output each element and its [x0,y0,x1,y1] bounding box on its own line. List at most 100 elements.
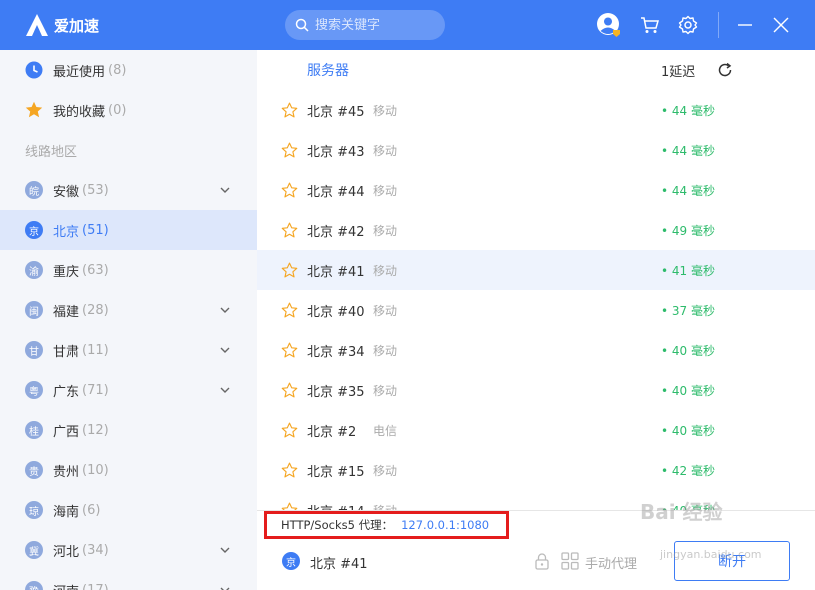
manual-proxy-toggle[interactable]: 手动代理 [585,553,637,572]
current-region-badge: 京 [282,552,300,570]
sidebar-item-count: (51) [82,222,109,238]
server-name: 北京 #41 [307,264,365,280]
sidebar-item-region[interactable]: 贵贵州 (10) [0,450,257,490]
sidebar-item-region[interactable]: 冀河北 (34) [0,530,257,570]
server-row[interactable]: 北京 #44 移动 • 44 毫秒 [257,170,815,210]
status-bar: HTTP/Socks5 代理： 127.0.0.1:1080 京 北京 #41 … [257,510,815,590]
favorite-star-icon[interactable] [281,342,298,359]
server-latency: • 42 毫秒 [661,463,715,478]
sidebar-item-label: 最近使用 [53,64,106,80]
sidebar-item-region[interactable]: 桂广西 (12) [0,410,257,450]
sidebar-item-region[interactable]: 渝重庆 (63) [0,250,257,290]
chevron-down-icon[interactable] [218,343,232,357]
region-badge: 闽 [25,301,43,319]
favorite-star-icon[interactable] [281,222,298,239]
sidebar-item-label: 我的收藏 [53,104,106,120]
sidebar-item-count: (34) [82,542,109,558]
sidebar-item-label: 广西 [53,424,80,440]
server-isp: 移动 [373,183,398,198]
sidebar-item-label: 广东 [53,384,80,400]
search-input[interactable] [315,17,433,33]
sidebar-item-region[interactable]: 甘甘肃 (11) [0,330,257,370]
favorite-star-icon[interactable] [281,142,298,159]
favorite-star-icon[interactable] [281,502,298,510]
chevron-down-icon[interactable] [218,183,232,197]
sidebar-item-count: (8) [108,62,127,78]
server-name: 北京 #42 [307,224,365,240]
sidebar-item-region[interactable]: 皖安徽 (53) [0,170,257,210]
sidebar-item-count: (28) [82,302,109,318]
region-badge: 粤 [25,381,43,399]
region-badge: 渝 [25,261,43,279]
sidebar-item-count: (10) [82,462,109,478]
chevron-down-icon[interactable] [218,583,232,590]
favorite-star-icon[interactable] [281,382,298,399]
favorite-star-icon[interactable] [281,302,298,319]
sidebar-item-label: 福建 [53,304,80,320]
logo-a-icon [26,14,48,36]
favorite-star-icon[interactable] [281,462,298,479]
region-badge: 京 [25,221,43,239]
sidebar-item-count: (71) [82,382,109,398]
server-isp: 移动 [373,303,398,318]
apps-grid-icon[interactable] [561,552,579,570]
region-badge: 豫 [25,581,43,590]
server-name: 北京 #40 [307,304,365,320]
region-badge: 皖 [25,181,43,199]
cart-button[interactable] [637,12,663,38]
sidebar-item-region[interactable]: 琼海南 (6) [0,490,257,530]
server-row[interactable]: 北京 #34 移动 • 40 毫秒 [257,330,815,370]
sidebar-item-region[interactable]: 粤广东 (71) [0,370,257,410]
sidebar-item-region[interactable]: 京北京 (51) [0,210,257,250]
server-row[interactable]: 北京 #43 移动 • 44 毫秒 [257,130,815,170]
minimize-button[interactable] [732,12,758,38]
server-isp: 移动 [373,343,398,358]
app-title: 爱加速 [54,16,100,35]
server-latency: • 44 毫秒 [661,143,715,158]
sidebar-item-label: 安徽 [53,184,80,200]
server-row[interactable]: 北京 #42 移动 • 49 毫秒 [257,210,815,250]
search-icon [295,18,309,32]
sidebar-item-label: 重庆 [53,264,80,280]
sidebar-item-count: (17) [82,582,109,590]
server-isp: 移动 [373,263,398,278]
server-row[interactable]: 北京 #35 移动 • 40 毫秒 [257,370,815,410]
close-button[interactable] [768,12,794,38]
sidebar-item-region[interactable]: 闽福建 (28) [0,290,257,330]
server-isp: 移动 [373,383,398,398]
server-row[interactable]: 北京 #2 电信 • 40 毫秒 [257,410,815,450]
settings-button[interactable] [675,12,701,38]
server-row[interactable]: 北京 #40 移动 • 37 毫秒 [257,290,815,330]
server-name: 北京 #34 [307,344,365,360]
chevron-down-icon[interactable] [218,303,232,317]
chevron-down-icon[interactable] [218,543,232,557]
search-box[interactable] [285,10,445,40]
user-avatar-icon [597,13,620,37]
refresh-icon[interactable] [717,62,733,78]
column-header-server[interactable]: 服务器 [307,60,349,80]
server-row[interactable]: 北京 #15 移动 • 42 毫秒 [257,450,815,490]
server-isp: 移动 [373,143,398,158]
proxy-address[interactable]: 127.0.0.1:1080 [401,518,489,532]
favorite-star-icon[interactable] [281,182,298,199]
sidebar-item-recent[interactable]: 最近使用 (8) [0,50,257,90]
sidebar-item-count: (63) [82,262,109,278]
column-header-latency[interactable]: 1延迟 [661,61,695,80]
region-badge: 琼 [25,501,43,519]
favorite-star-icon[interactable] [281,262,298,279]
server-row[interactable]: 北京 #41 移动 • 41 毫秒 [257,250,815,290]
lock-icon[interactable] [534,552,550,570]
chevron-down-icon[interactable] [218,383,232,397]
sidebar-item-label: 贵州 [53,464,80,480]
server-isp: 电信 [373,423,398,438]
favorite-star-icon[interactable] [281,102,298,119]
disconnect-button[interactable]: 断开 [674,541,790,581]
proxy-label: HTTP/Socks5 代理： [281,518,394,532]
sidebar-item-region[interactable]: 豫 河南(17) [0,570,257,590]
user-avatar-button[interactable] [596,12,622,38]
server-row[interactable]: 北京 #45 移动 • 44 毫秒 [257,90,815,130]
favorite-star-icon[interactable] [281,422,298,439]
server-row[interactable]: 北京 #14 移动 • 40 毫秒 [257,490,815,510]
sidebar-item-favorites[interactable]: 我的收藏 (0) [0,90,257,130]
region-badge: 桂 [25,421,43,439]
